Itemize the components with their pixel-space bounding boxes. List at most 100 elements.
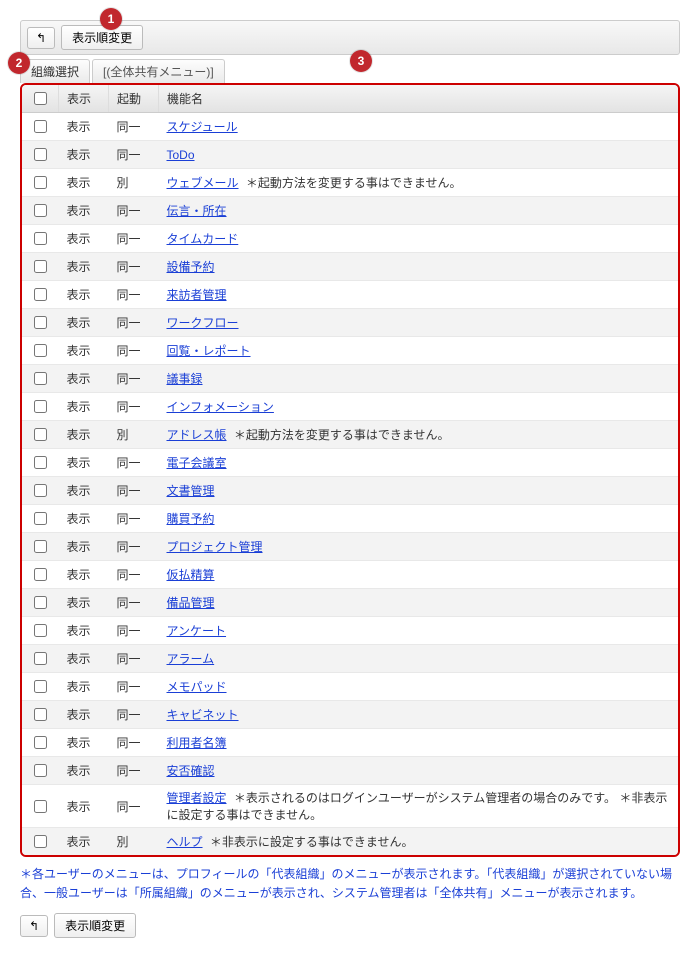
row-checkbox[interactable] <box>34 800 47 813</box>
row-checkbox[interactable] <box>34 540 47 553</box>
function-link[interactable]: 文書管理 <box>167 484 215 498</box>
row-checkbox[interactable] <box>34 736 47 749</box>
row-boot: 同一 <box>109 785 159 828</box>
row-checkbox[interactable] <box>34 288 47 301</box>
row-display: 表示 <box>59 421 109 449</box>
header-name: 機能名 <box>159 85 679 113</box>
row-boot: 同一 <box>109 281 159 309</box>
row-checkbox[interactable] <box>34 260 47 273</box>
row-note: ＊非表示に設定する事はできません。 <box>207 835 414 849</box>
table-row: 表示同一議事録 <box>22 365 678 393</box>
function-link[interactable]: ワークフロー <box>167 316 239 330</box>
change-order-button[interactable]: 表示順変更 <box>61 25 143 50</box>
row-display: 表示 <box>59 785 109 828</box>
row-name-cell: ウェブメール ＊起動方法を変更する事はできません。 <box>159 169 679 197</box>
tab-org-select[interactable]: 組織選択 <box>20 59 90 83</box>
row-boot: 同一 <box>109 337 159 365</box>
function-link[interactable]: 利用者名簿 <box>167 736 227 750</box>
row-display: 表示 <box>59 113 109 141</box>
select-all-checkbox[interactable] <box>34 92 47 105</box>
row-name-cell: 仮払精算 <box>159 561 679 589</box>
tab-global-shared-menu[interactable]: [(全体共有メニュー)] <box>92 59 225 83</box>
back-button-bottom[interactable]: ↰ <box>20 915 48 937</box>
row-name-cell: 回覧・レポート <box>159 337 679 365</box>
change-order-button-bottom[interactable]: 表示順変更 <box>54 913 136 938</box>
row-display: 表示 <box>59 449 109 477</box>
row-boot: 別 <box>109 169 159 197</box>
function-link[interactable]: 管理者設定 <box>167 791 227 805</box>
row-boot: 同一 <box>109 393 159 421</box>
row-checkbox-cell <box>22 673 59 701</box>
row-checkbox-cell <box>22 645 59 673</box>
function-link[interactable]: 安否確認 <box>167 764 215 778</box>
row-display: 表示 <box>59 169 109 197</box>
function-link[interactable]: タイムカード <box>167 232 239 246</box>
back-button[interactable]: ↰ <box>27 27 55 49</box>
row-name-cell: 備品管理 <box>159 589 679 617</box>
row-checkbox[interactable] <box>34 148 47 161</box>
table-row: 表示同一仮払精算 <box>22 561 678 589</box>
row-name-cell: キャビネット <box>159 701 679 729</box>
row-boot: 同一 <box>109 253 159 281</box>
row-checkbox-cell <box>22 225 59 253</box>
row-boot: 同一 <box>109 197 159 225</box>
row-checkbox[interactable] <box>34 456 47 469</box>
row-checkbox[interactable] <box>34 400 47 413</box>
function-link[interactable]: アラーム <box>167 652 215 666</box>
function-link[interactable]: 仮払精算 <box>167 568 215 582</box>
row-checkbox[interactable] <box>34 764 47 777</box>
table-row: 表示同一アラーム <box>22 645 678 673</box>
row-note: ＊起動方法を変更する事はできません。 <box>231 428 450 442</box>
row-checkbox[interactable] <box>34 120 47 133</box>
function-link[interactable]: ToDo <box>167 148 195 162</box>
row-checkbox[interactable] <box>34 680 47 693</box>
function-link[interactable]: キャビネット <box>167 708 239 722</box>
footnote: ＊各ユーザーのメニューは、プロフィールの「代表組織」のメニューが表示されます。「… <box>20 865 680 903</box>
row-boot: 同一 <box>109 505 159 533</box>
function-link[interactable]: ウェブメール <box>167 176 239 190</box>
function-link[interactable]: プロジェクト管理 <box>167 540 263 554</box>
table-row: 表示同一スケジュール <box>22 113 678 141</box>
row-checkbox[interactable] <box>34 204 47 217</box>
row-name-cell: プロジェクト管理 <box>159 533 679 561</box>
row-display: 表示 <box>59 337 109 365</box>
row-checkbox[interactable] <box>34 708 47 721</box>
function-link[interactable]: アンケート <box>167 624 227 638</box>
function-link[interactable]: メモパッド <box>167 680 227 694</box>
row-display: 表示 <box>59 701 109 729</box>
row-checkbox[interactable] <box>34 176 47 189</box>
function-link[interactable]: 設備予約 <box>167 260 215 274</box>
row-boot: 同一 <box>109 617 159 645</box>
row-checkbox-cell <box>22 337 59 365</box>
row-checkbox[interactable] <box>34 652 47 665</box>
table-row: 表示同一備品管理 <box>22 589 678 617</box>
row-checkbox[interactable] <box>34 428 47 441</box>
function-link[interactable]: 備品管理 <box>167 596 215 610</box>
function-link[interactable]: ヘルプ <box>167 835 203 849</box>
row-checkbox[interactable] <box>34 568 47 581</box>
row-name-cell: アンケート <box>159 617 679 645</box>
row-checkbox[interactable] <box>34 512 47 525</box>
row-name-cell: ヘルプ ＊非表示に設定する事はできません。 <box>159 828 679 856</box>
row-display: 表示 <box>59 477 109 505</box>
function-link[interactable]: アドレス帳 <box>167 428 227 442</box>
row-checkbox[interactable] <box>34 835 47 848</box>
row-display: 表示 <box>59 225 109 253</box>
row-checkbox[interactable] <box>34 372 47 385</box>
row-checkbox[interactable] <box>34 316 47 329</box>
row-checkbox[interactable] <box>34 624 47 637</box>
function-link[interactable]: 電子会議室 <box>167 456 227 470</box>
row-display: 表示 <box>59 645 109 673</box>
row-checkbox[interactable] <box>34 232 47 245</box>
function-link[interactable]: 伝言・所在 <box>167 204 227 218</box>
function-link[interactable]: インフォメーション <box>167 400 274 414</box>
row-checkbox[interactable] <box>34 344 47 357</box>
function-link[interactable]: 議事録 <box>167 372 203 386</box>
function-link[interactable]: スケジュール <box>167 120 238 134</box>
function-link[interactable]: 購買予約 <box>167 512 215 526</box>
row-checkbox[interactable] <box>34 596 47 609</box>
function-link[interactable]: 回覧・レポート <box>167 344 251 358</box>
function-link[interactable]: 来訪者管理 <box>167 288 227 302</box>
row-checkbox[interactable] <box>34 484 47 497</box>
header-display: 表示 <box>59 85 109 113</box>
